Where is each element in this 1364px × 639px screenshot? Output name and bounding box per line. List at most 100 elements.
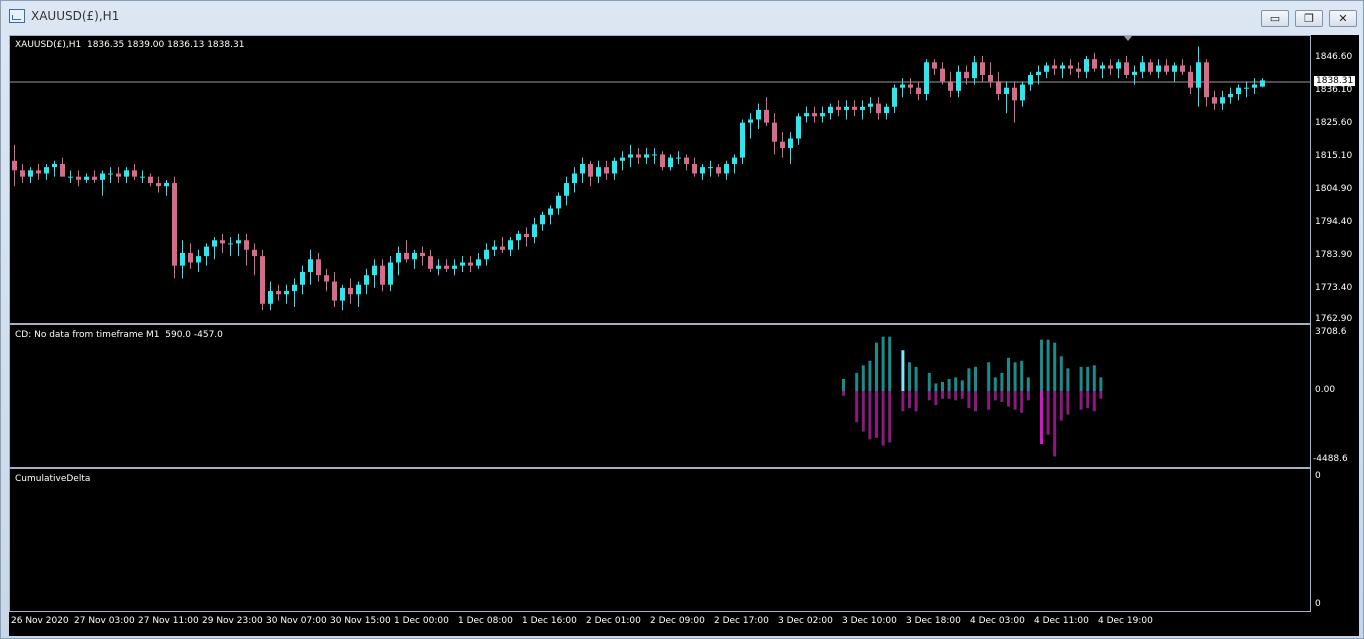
candle-body — [468, 262, 473, 266]
cd-positive-bar — [1000, 372, 1004, 391]
candle-body — [1100, 65, 1105, 69]
candle-body — [1172, 65, 1177, 72]
time-label: 2 Dec 01:00 — [586, 616, 641, 626]
candle-body — [796, 116, 801, 139]
cd-positive-bar — [934, 383, 938, 391]
cd-negative-bar — [960, 391, 964, 399]
minimize-button[interactable]: ▭ — [1261, 10, 1289, 27]
price-label: 1794.40 — [1315, 217, 1353, 227]
cd-negative-bar — [875, 391, 878, 438]
candle-body — [524, 233, 529, 238]
candle-body — [620, 157, 625, 161]
cd-negative-bar — [861, 391, 865, 432]
close-button[interactable]: ✕ — [1329, 10, 1357, 27]
candle-body — [92, 176, 97, 180]
candle-body — [1092, 59, 1097, 69]
candle-body — [1084, 59, 1089, 72]
candle-body — [284, 291, 289, 295]
price-scale[interactable]: 1846.60 1836.10 1825.60 1815.10 1804.90 … — [1311, 35, 1359, 612]
candle-body — [884, 106, 889, 114]
candle-body — [172, 183, 177, 266]
candle-body — [684, 157, 689, 164]
time-label: 2 Dec 17:00 — [714, 616, 769, 626]
restore-button[interactable]: ❐ — [1295, 10, 1323, 27]
candle-body — [844, 106, 849, 110]
candle-body — [236, 240, 241, 244]
candle-body — [228, 243, 233, 245]
cd-negative-bar — [1040, 391, 1043, 445]
candle-body — [68, 176, 73, 178]
time-label: 4 Dec 19:00 — [1098, 616, 1153, 626]
cd-positive-bar — [1086, 366, 1090, 391]
candle-body — [948, 81, 953, 91]
candle-body — [932, 62, 937, 69]
cd-negative-bar — [901, 391, 905, 412]
candle-body — [652, 154, 657, 156]
candle-body — [316, 259, 321, 276]
cd-negative-bar — [954, 391, 958, 401]
candle-body — [260, 256, 265, 304]
candle-body — [532, 224, 537, 238]
cd-positive-bar — [974, 366, 977, 391]
cum-scale-label: 0 — [1315, 599, 1321, 609]
cd-positive-bar — [861, 365, 865, 391]
candle-body — [1252, 84, 1257, 88]
candle-body — [708, 167, 713, 169]
candle-body — [1004, 87, 1009, 95]
shift-marker-icon[interactable] — [1124, 36, 1132, 41]
candle-body — [452, 265, 457, 269]
candle-body — [500, 246, 505, 250]
candle-body — [516, 233, 521, 241]
cd-negative-bar — [868, 391, 872, 440]
candle-body — [740, 122, 745, 158]
candle-body — [380, 265, 385, 285]
candle-body — [1028, 74, 1033, 85]
candle-body — [644, 154, 649, 158]
candle-body — [252, 249, 257, 257]
candle-body — [900, 84, 905, 88]
candle-body — [988, 74, 993, 82]
candle-body — [580, 163, 585, 174]
chart-area[interactable]: XAUUSD(£),H1 1836.35 1839.00 1836.13 183… — [9, 35, 1312, 613]
candle-body — [876, 103, 881, 114]
cd-negative-bar — [1020, 391, 1024, 413]
chart-canvas[interactable] — [10, 36, 1312, 613]
candle-body — [828, 106, 833, 114]
price-label: 1836.10 — [1315, 85, 1353, 95]
candle-body — [860, 106, 865, 110]
cd-negative-bar — [987, 391, 991, 410]
main-pane-header: XAUUSD(£),H1 1836.35 1839.00 1836.13 183… — [15, 40, 245, 50]
candle-body — [132, 170, 137, 177]
candle-body — [1052, 65, 1057, 69]
candle-body — [348, 287, 353, 295]
candle-body — [372, 265, 377, 276]
candle-body — [12, 160, 17, 171]
candle-body — [980, 62, 985, 75]
time-label: 1 Dec 08:00 — [458, 616, 513, 626]
cd-negative-bar — [1000, 391, 1004, 402]
candle-body — [612, 160, 617, 174]
time-label: 29 Nov 23:00 — [202, 616, 263, 626]
candle-body — [364, 275, 369, 285]
candle-body — [596, 167, 601, 177]
cd-negative-bar — [908, 391, 911, 409]
candle-body — [148, 176, 153, 184]
candle-body — [1140, 62, 1145, 72]
candle-body — [44, 167, 49, 174]
cd-positive-bar — [1020, 360, 1024, 391]
cumulative-pane-header: CumulativeDelta — [15, 474, 91, 484]
cd-negative-bar — [1092, 391, 1096, 412]
candle-body — [732, 157, 737, 164]
candle-body — [332, 281, 337, 301]
candle-body — [996, 81, 1001, 95]
candle-body — [1260, 80, 1265, 87]
time-label: 27 Nov 03:00 — [74, 616, 135, 626]
candle-body — [868, 103, 873, 107]
title-bar[interactable]: XAUUSD(£),H1 ▭ ❐ ✕ — [1, 1, 1363, 31]
cd-positive-bar — [967, 368, 971, 391]
candle-body — [52, 163, 57, 168]
candle-body — [692, 163, 697, 174]
candle-body — [1228, 94, 1233, 98]
time-axis[interactable]: 26 Nov 2020 27 Nov 03:00 27 Nov 11:00 29… — [9, 612, 1359, 636]
cd-positive-bar — [1040, 339, 1043, 391]
